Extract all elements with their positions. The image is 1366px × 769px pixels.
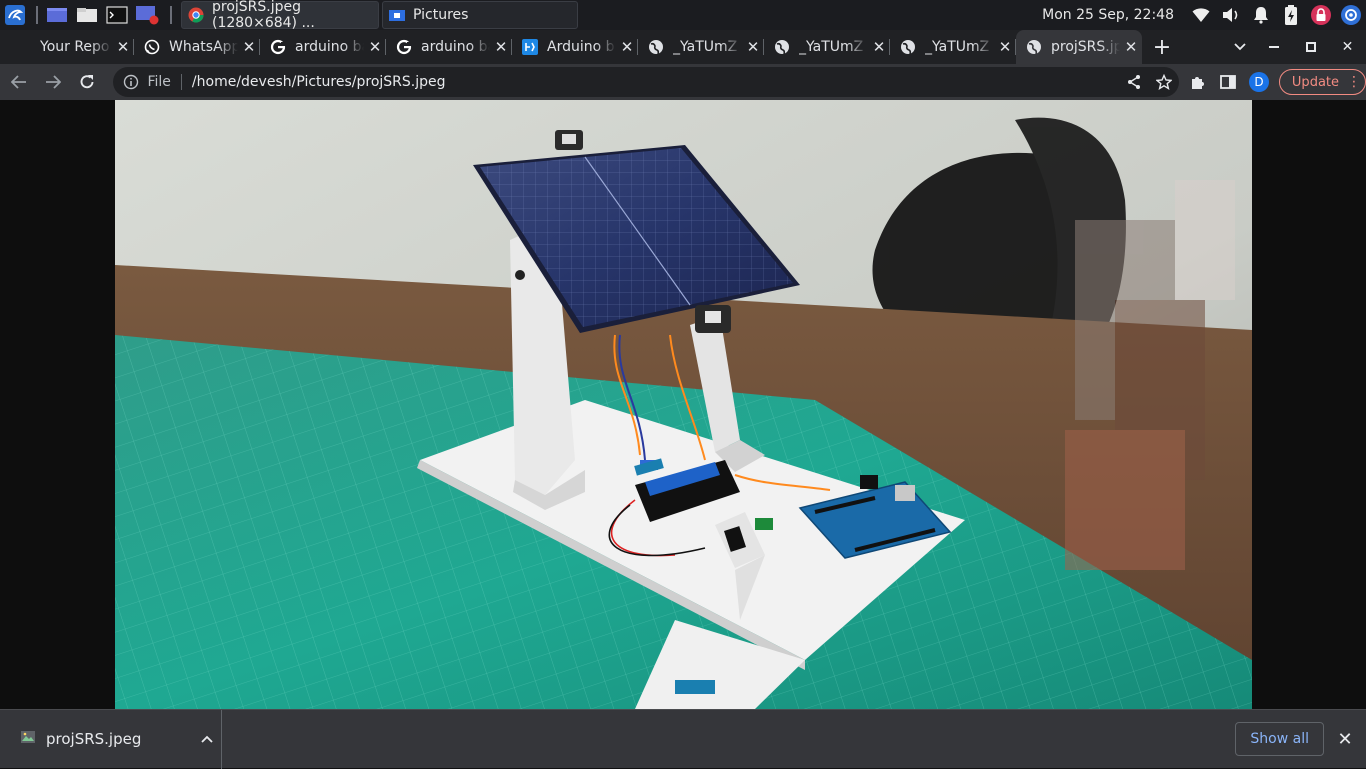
tab-close-icon[interactable]: ✕ — [616, 38, 638, 56]
tab-title: Your Repo — [40, 39, 110, 55]
browser-tab-strip: Your Repo ✕ WhatsApp ✕ arduino ba ✕ ardu… — [0, 30, 1366, 64]
extensions-puzzle-icon[interactable] — [1183, 67, 1213, 97]
volume-icon[interactable] — [1216, 0, 1246, 30]
clock[interactable]: Mon 25 Sep, 22:48 — [1042, 7, 1174, 23]
taskbar-separator — [170, 6, 172, 24]
window-button-image[interactable]: projSRS.jpeg (1280×684) ... — [181, 0, 379, 31]
download-shelf: projSRS.jpeg Show all ✕ — [0, 709, 1366, 769]
more-vertical-icon[interactable]: ⋮ — [1347, 74, 1361, 90]
tab-title: _YaTUmZ — [799, 39, 864, 55]
workspace-icon[interactable] — [44, 0, 70, 30]
tab-arduino-search-1[interactable]: arduino ba ✕ — [260, 30, 386, 64]
minimize-icon[interactable] — [1255, 30, 1292, 64]
chrome-icon — [188, 7, 204, 23]
image-viewer — [0, 100, 1366, 709]
tab-title: Arduino b — [547, 39, 615, 55]
tab-close-icon[interactable]: ✕ — [238, 38, 260, 56]
file-scheme-label: File — [147, 74, 171, 90]
share-icon[interactable] — [1119, 67, 1149, 97]
whatsapp-icon — [144, 39, 160, 55]
tab-your-repo[interactable]: Your Repo ✕ — [0, 30, 134, 64]
site-info-icon[interactable] — [123, 74, 139, 90]
divider — [180, 74, 182, 90]
folder-icon — [389, 8, 405, 22]
tab-close-icon[interactable]: ✕ — [742, 38, 764, 56]
window-button-pictures[interactable]: Pictures — [382, 1, 578, 29]
globe-icon — [774, 39, 790, 55]
tab-yatumz-3[interactable]: _YaTUmZ ✕ — [890, 30, 1016, 64]
maximize-icon[interactable] — [1292, 30, 1329, 64]
tab-title: WhatsApp — [169, 39, 238, 55]
tab-projsrs[interactable]: projSRS.jp ✕ — [1016, 30, 1142, 64]
tab-title: arduino ba — [295, 39, 364, 55]
close-shelf-icon[interactable]: ✕ — [1330, 729, 1360, 750]
google-icon — [270, 39, 286, 55]
screen-record-icon[interactable] — [134, 0, 160, 30]
address-bar[interactable]: File /home/devesh/Pictures/projSRS.jpeg — [113, 67, 1180, 97]
folder-icon[interactable] — [74, 0, 100, 30]
tab-title: projSRS.jp — [1051, 39, 1120, 55]
power-menu-icon[interactable] — [1336, 0, 1366, 30]
profile-avatar[interactable]: D — [1249, 72, 1269, 92]
tab-title: _YaTUmZ — [925, 39, 990, 55]
wifi-icon[interactable] — [1186, 0, 1216, 30]
url-text[interactable]: /home/devesh/Pictures/projSRS.jpeg — [192, 74, 1119, 90]
tab-title: arduino ba — [421, 39, 490, 55]
window-title: projSRS.jpeg (1280×684) ... — [212, 0, 315, 31]
close-window-icon[interactable]: ✕ — [1329, 30, 1366, 64]
globe-icon — [648, 39, 664, 55]
lock-screen-icon[interactable] — [1306, 0, 1336, 30]
tab-yatumz-1[interactable]: _YaTUmZ ✕ — [638, 30, 764, 64]
reload-icon[interactable] — [72, 67, 102, 97]
download-item[interactable]: projSRS.jpeg — [0, 709, 222, 769]
battery-charging-icon[interactable] — [1276, 0, 1306, 30]
tab-close-icon[interactable]: ✕ — [112, 38, 134, 56]
tab-arduino[interactable]: Arduino b ✕ — [512, 30, 638, 64]
taskbar-separator — [36, 6, 38, 24]
notification-bell-icon[interactable] — [1246, 0, 1276, 30]
tab-yatumz-2[interactable]: _YaTUmZ ✕ — [764, 30, 890, 64]
tab-search-chevron-icon[interactable] — [1225, 30, 1255, 64]
tab-arduino-search-2[interactable]: arduino ba ✕ — [386, 30, 512, 64]
window-title: Pictures — [413, 7, 469, 23]
bookmark-star-icon[interactable] — [1149, 67, 1179, 97]
globe-icon — [1026, 39, 1042, 55]
chevron-up-icon[interactable] — [193, 731, 221, 747]
download-filename: projSRS.jpeg — [46, 730, 142, 748]
browser-toolbar: File /home/devesh/Pictures/projSRS.jpeg … — [0, 64, 1366, 100]
tab-whatsapp[interactable]: WhatsApp ✕ — [134, 30, 260, 64]
photo-solar-tracker[interactable] — [115, 100, 1252, 709]
globe-icon — [900, 39, 916, 55]
kali-dragon-icon[interactable] — [0, 0, 30, 30]
forward-arrow-icon[interactable] — [38, 67, 68, 97]
arduino-icon — [522, 39, 538, 55]
tab-title: _YaTUmZ — [673, 39, 738, 55]
system-taskbar: projSRS.jpeg (1280×684) ... Pictures Mon… — [0, 0, 1366, 31]
new-tab-plus-icon[interactable]: + — [1142, 35, 1182, 60]
tab-close-icon[interactable]: ✕ — [364, 38, 386, 56]
update-label: Update — [1291, 74, 1340, 90]
show-all-button[interactable]: Show all — [1235, 722, 1324, 756]
side-panel-icon[interactable] — [1213, 67, 1243, 97]
back-arrow-icon[interactable] — [4, 67, 34, 97]
image-file-icon — [20, 729, 36, 749]
tab-close-icon[interactable]: ✕ — [490, 38, 512, 56]
tab-close-icon[interactable]: ✕ — [868, 38, 890, 56]
tab-close-icon[interactable]: ✕ — [994, 38, 1016, 56]
tab-close-icon[interactable]: ✕ — [1120, 38, 1142, 56]
google-icon — [396, 39, 412, 55]
terminal-icon[interactable] — [104, 0, 130, 30]
update-button[interactable]: Update ⋮ — [1278, 69, 1366, 95]
